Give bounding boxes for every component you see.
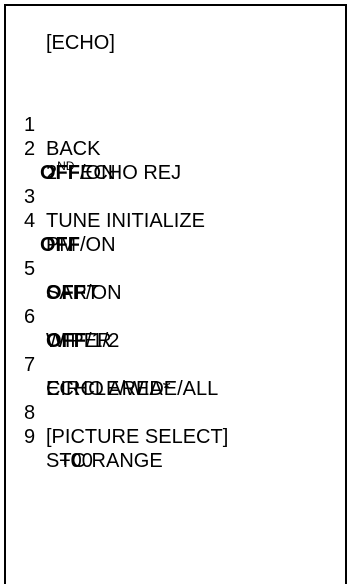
option-selected: OFF: [40, 162, 80, 184]
option-values: OFF/ON: [46, 281, 122, 305]
menu-title: [ECHO]: [46, 32, 115, 54]
option-values: CIRCLE/WIDE/ALL: [46, 378, 219, 400]
option-rest: /ON: [80, 162, 116, 184]
option-rest: /1/2: [86, 330, 120, 352]
option-values: OFF/1/2: [46, 329, 119, 353]
option-values: OFF/ON: [40, 233, 116, 257]
value-row-stc-range[interactable]: +00: [6, 425, 93, 497]
echo-menu-panel: [ECHO] 1 BACK 2 2ND ECHO REJ OFF/ON 3 TU…: [4, 4, 347, 584]
option-values: OFF/ON: [40, 161, 116, 185]
menu-item-label: BACK: [46, 138, 101, 160]
option-selected: OFF: [46, 282, 86, 304]
menu-item-label: [PICTURE SELECT]: [46, 426, 229, 448]
option-rest: /ON: [80, 234, 116, 256]
menu-item-label: TUNE INITIALIZE: [46, 210, 205, 232]
stc-range-value: +00: [59, 450, 93, 472]
option-selected: OFF: [40, 234, 80, 256]
option-selected: OFF: [46, 330, 86, 352]
option-rest: /ON: [86, 282, 122, 304]
